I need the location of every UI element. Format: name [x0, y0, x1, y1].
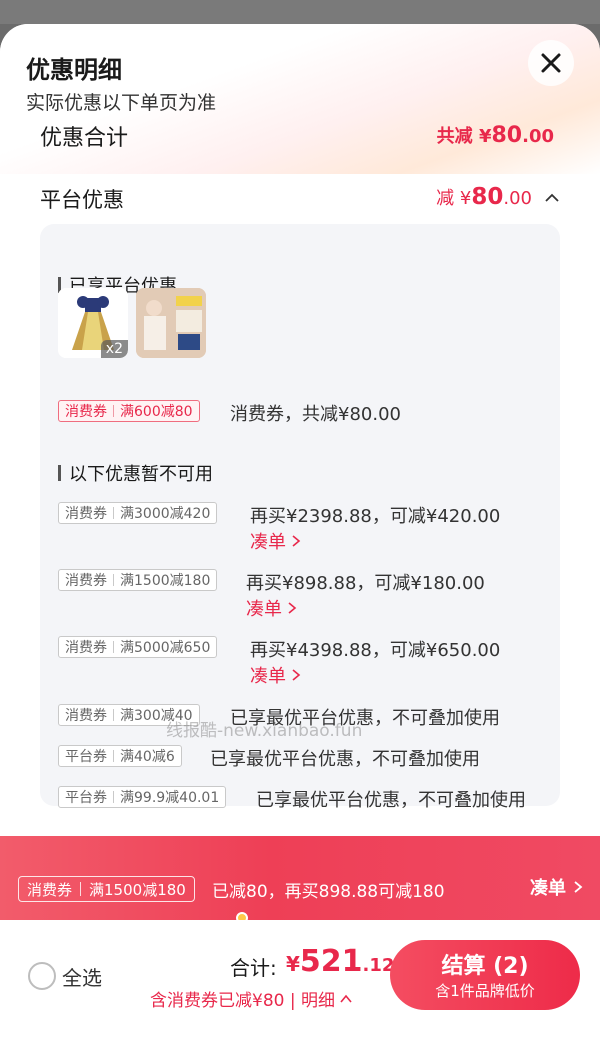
chevron-right-icon — [574, 881, 583, 893]
platform-discount-value: 减 ¥80.00 — [436, 184, 532, 210]
chevron-right-icon — [292, 535, 301, 547]
banner-add-items-link[interactable]: 凑单 — [530, 874, 584, 900]
coupon-tag: 平台券 满40减6 — [58, 745, 182, 767]
select-all-radio[interactable] — [28, 962, 56, 990]
close-button[interactable] — [528, 40, 574, 86]
add-items-link[interactable]: 凑单 — [246, 595, 298, 621]
banner-coupon-tag: 消费券 满1500减180 — [18, 876, 195, 902]
product-thumbnail[interactable]: x2 — [58, 288, 128, 358]
coupon-tag: 消费券 满5000减650 — [58, 636, 218, 658]
coupon-description: 消费券，共减¥80.00 — [230, 404, 401, 425]
total-discount-row: 优惠合计 共减 ¥80.00 — [40, 120, 560, 154]
close-icon — [541, 53, 561, 73]
total-discount-value: 共减 ¥80.00 — [436, 123, 554, 148]
select-all-label[interactable]: 全选 — [62, 962, 102, 991]
total-price: ¥521.12 — [286, 944, 395, 979]
product-thumbnail[interactable] — [136, 288, 206, 358]
chevron-right-icon — [292, 669, 301, 681]
coupon-description: 再买¥2398.88，可减¥420.00 — [250, 506, 501, 527]
sheet-title: 优惠明细 — [26, 56, 122, 84]
total-label: 合计: — [230, 956, 277, 980]
watermark: 线报酷-new.xianbao.fun — [166, 721, 363, 741]
total-discount-label: 优惠合计 — [40, 126, 129, 151]
dim-overlay[interactable] — [0, 0, 600, 24]
add-items-link[interactable]: 凑单 — [250, 528, 302, 554]
chevron-up-icon — [545, 193, 559, 202]
coupon-description: 已享最优平台优惠，不可叠加使用 — [256, 790, 526, 811]
chevron-up-icon — [340, 994, 352, 1003]
platform-discount-row[interactable]: 平台优惠 减 ¥80.00 — [40, 184, 560, 214]
checkout-label: 结算 (2) — [441, 954, 529, 979]
coupon-description: 再买¥4398.88，可减¥650.00 — [250, 640, 501, 661]
banner-text: 已减80，再买898.88可减180 — [212, 882, 445, 902]
checkout-sublabel: 含1件品牌低价 — [435, 982, 535, 1000]
coupon-tag: 消费券 满600减80 — [58, 400, 200, 422]
coupon-description: 已享最优平台优惠，不可叠加使用 — [210, 749, 480, 770]
unavailable-section-title: 以下优惠暂不可用 — [58, 460, 213, 486]
coupon-tag: 平台券 满99.9减40.01 — [58, 786, 227, 808]
discount-detail-toggle[interactable]: 含消费券已减¥80 | 明细 — [150, 986, 353, 1011]
add-items-link[interactable]: 凑单 — [250, 662, 302, 688]
coupon-tag: 消费券 满1500减180 — [58, 569, 218, 591]
chevron-right-icon — [288, 602, 297, 614]
page: 优惠明细 实际优惠以下单页为准 优惠合计 共减 ¥80.00 平台优惠 减 ¥8… — [0, 0, 600, 1064]
coupon-description: 再买¥898.88，可减¥180.00 — [246, 573, 485, 594]
coupon-tag: 消费券 满3000减420 — [58, 502, 218, 524]
sheet-subtitle: 实际优惠以下单页为准 — [26, 92, 217, 114]
checkout-button[interactable]: 结算 (2) 含1件品牌低价 — [390, 940, 580, 1010]
pajama-image — [136, 288, 206, 358]
platform-discount-label: 平台优惠 — [40, 188, 124, 212]
quantity-badge: x2 — [100, 340, 128, 358]
